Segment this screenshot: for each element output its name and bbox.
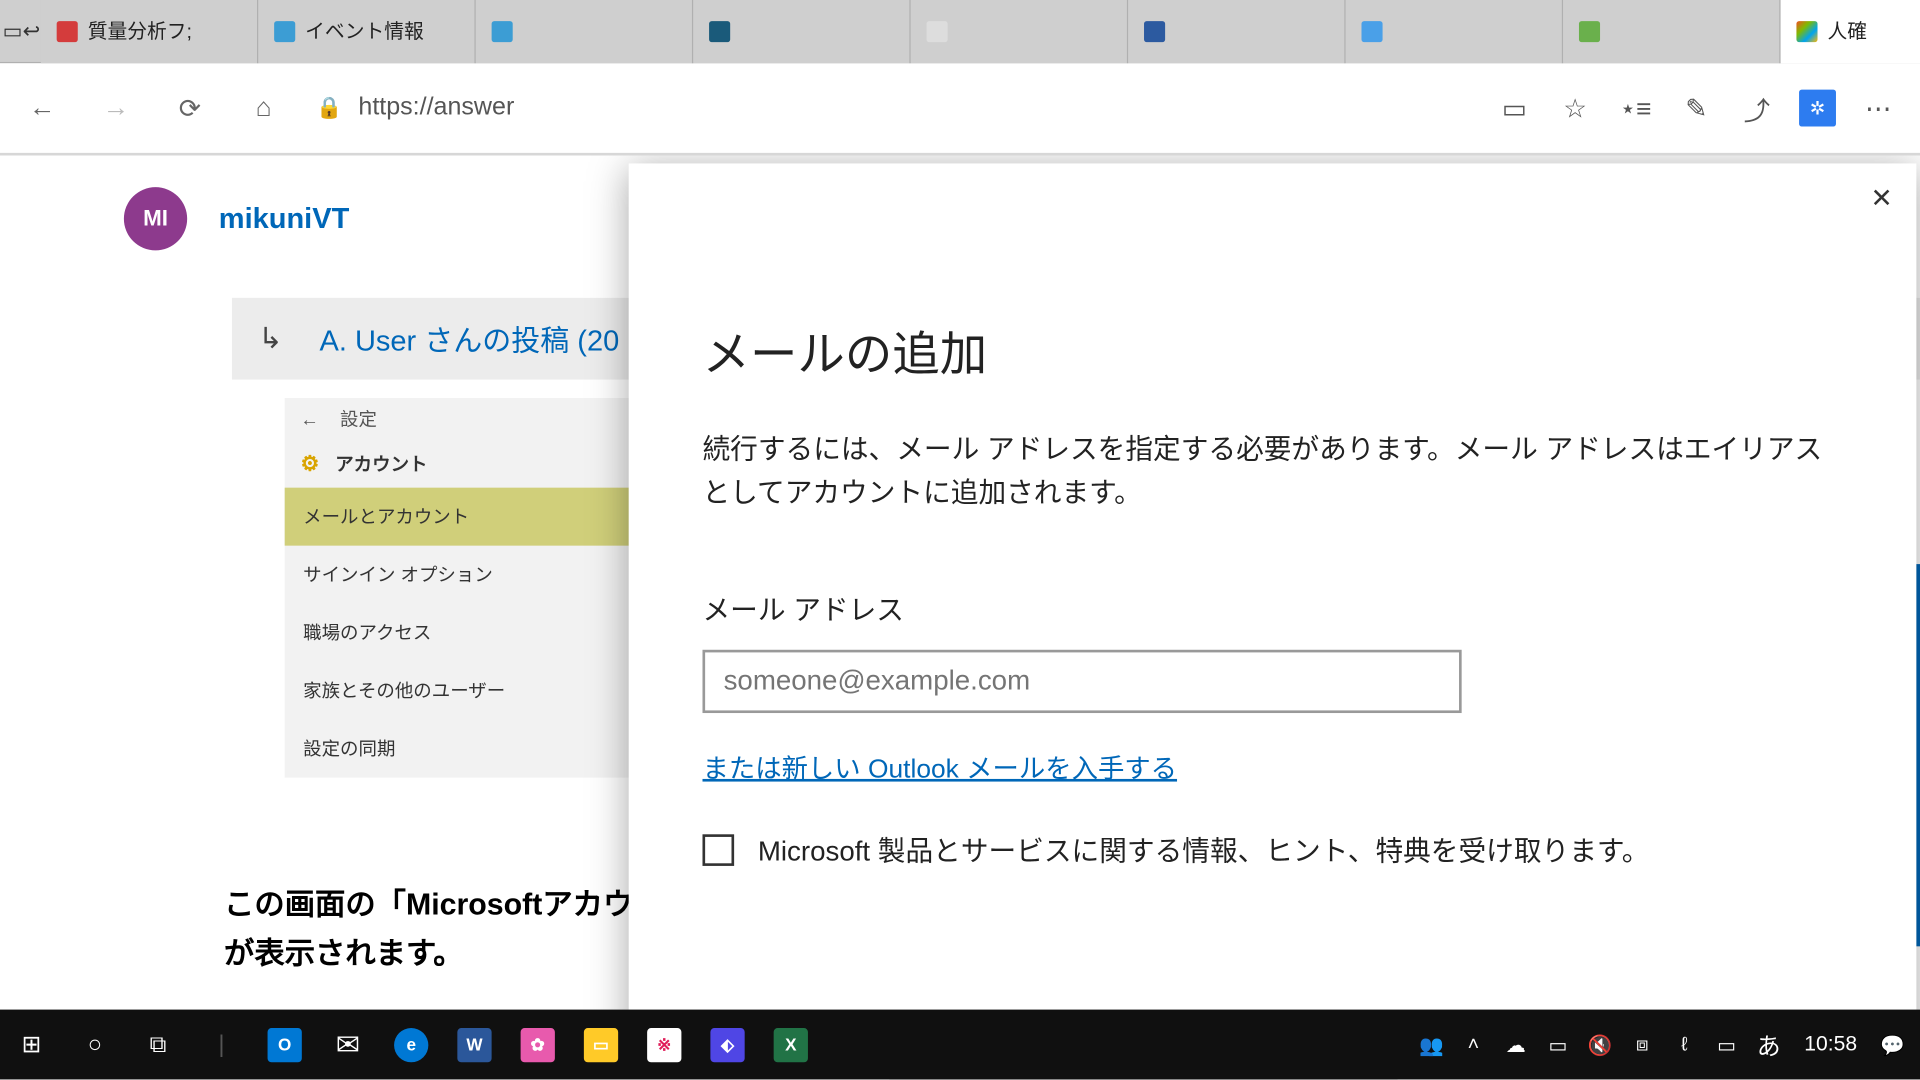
- tab-7[interactable]: [1563, 0, 1780, 63]
- username-link[interactable]: mikuniVT: [219, 202, 350, 236]
- lock-icon: 🔒: [316, 95, 342, 121]
- volume-icon[interactable]: 🔇: [1580, 1010, 1620, 1080]
- people-icon[interactable]: 👥: [1412, 1010, 1452, 1080]
- tab-4[interactable]: [910, 0, 1127, 63]
- taskbar-separator: |: [190, 1010, 253, 1080]
- onedrive-icon[interactable]: ☁: [1496, 1010, 1536, 1080]
- recent-icon[interactable]: ↩: [23, 0, 41, 63]
- system-icon: ▭: [3, 0, 23, 63]
- reply-arrow-icon: ↳: [258, 322, 282, 356]
- refresh-button[interactable]: ⟳: [158, 76, 221, 139]
- browser-toolbar: ← → ⟳ ⌂ 🔒 https://answer ▭ ☆ ⋆≡ ✎ ⤴ ✲ ⋯: [0, 63, 1920, 153]
- home-button[interactable]: ⌂: [232, 76, 295, 139]
- start-button[interactable]: ⊞: [0, 1010, 63, 1080]
- edge-icon[interactable]: e: [380, 1010, 443, 1080]
- share-icon[interactable]: ⤴: [1738, 90, 1775, 127]
- promo-checkbox-label: Microsoft 製品とサービスに関する情報、ヒント、特典を受け取ります。: [758, 830, 1650, 870]
- ime-pad-icon[interactable]: ▭: [1707, 1010, 1747, 1080]
- back-button[interactable]: ←: [11, 76, 74, 139]
- tray-expand-icon[interactable]: ˄: [1454, 1010, 1494, 1080]
- cortana-icon[interactable]: ○: [63, 1010, 126, 1080]
- outlook-icon[interactable]: O: [253, 1010, 316, 1080]
- ime-indicator[interactable]: あ: [1749, 1027, 1789, 1061]
- extension-icon[interactable]: ✲: [1799, 90, 1836, 127]
- dialog-description: 続行するには、メール アドレスを指定する必要があります。メール アドレスはエイリ…: [702, 430, 1842, 516]
- notes-icon[interactable]: ✎: [1678, 90, 1715, 127]
- dialog-close-button[interactable]: ✕: [1871, 182, 1893, 215]
- app-icon-1[interactable]: ✿: [506, 1010, 569, 1080]
- explorer-icon[interactable]: ▭: [569, 1010, 632, 1080]
- favorites-list-icon[interactable]: ⋆≡: [1617, 90, 1654, 127]
- dropbox-icon[interactable]: ⧈: [1622, 1010, 1662, 1080]
- battery-icon[interactable]: ▭: [1538, 1010, 1578, 1080]
- app-icon-2[interactable]: ⬖: [696, 1010, 759, 1080]
- url-text: https://answer: [358, 94, 514, 123]
- tab-0[interactable]: 質量分析フ;: [40, 0, 257, 63]
- add-email-dialog: ✕ メールの追加 続行するには、メール アドレスを指定する必要があります。メール…: [629, 163, 1917, 1009]
- get-outlook-link[interactable]: または新しい Outlook メールを入手する: [702, 747, 1177, 785]
- avatar: MI: [124, 187, 187, 250]
- task-view-icon[interactable]: ⧉: [127, 1010, 190, 1080]
- more-icon[interactable]: ⋯: [1860, 90, 1897, 127]
- excel-icon[interactable]: X: [759, 1010, 822, 1080]
- reading-view-icon[interactable]: ▭: [1496, 90, 1533, 127]
- settings-item-signin: サインイン オプション: [285, 546, 680, 604]
- browser-tabstrip: ▭ ↩ 質量分析フ; イベント情報 人確✕ ＋ ⌄ — ▢ ✕: [0, 0, 1920, 63]
- settings-item-mail: メールとアカウント: [285, 488, 680, 546]
- dialog-title: メールの追加: [702, 316, 1842, 385]
- link-icon[interactable]: ℓ: [1665, 1010, 1705, 1080]
- reply-link[interactable]: A. User さんの投稿 (20: [320, 318, 620, 360]
- tab-active[interactable]: 人確✕: [1780, 0, 1920, 63]
- tab-5[interactable]: [1128, 0, 1345, 63]
- address-bar[interactable]: 🔒 https://answer: [306, 82, 1486, 135]
- page-content: MI mikuniVT ↳ A. User さんの投稿 (20 ←設定 ⚙アカウ…: [0, 156, 1920, 1010]
- word-icon[interactable]: W: [443, 1010, 506, 1080]
- tab-2[interactable]: [475, 0, 692, 63]
- settings-item-work: 職場のアクセス: [285, 604, 680, 662]
- clock[interactable]: 10:58: [1791, 1033, 1870, 1057]
- slack-icon[interactable]: ※: [633, 1010, 696, 1080]
- settings-screenshot: ←設定 ⚙アカウント メールとアカウント サインイン オプション 職場のアクセス…: [285, 398, 680, 778]
- back-icon: ←: [301, 409, 319, 430]
- email-field-label: メール アドレス: [702, 589, 1842, 629]
- tab-1[interactable]: イベント情報: [258, 0, 475, 63]
- windows-taskbar: ⊞ ○ ⧉ | O ✉ e W ✿ ▭ ※ ⬖ X 👥 ˄ ☁ ▭ 🔇 ⧈ ℓ …: [0, 1010, 1920, 1080]
- promo-checkbox[interactable]: [702, 834, 734, 866]
- email-field[interactable]: [702, 650, 1461, 713]
- favorite-icon[interactable]: ☆: [1557, 90, 1594, 127]
- settings-item-family: 家族とその他のユーザー: [285, 662, 680, 720]
- tab-6[interactable]: [1345, 0, 1562, 63]
- mail-icon[interactable]: ✉: [316, 1010, 379, 1080]
- tab-3[interactable]: [693, 0, 910, 63]
- gear-icon: ⚙: [301, 451, 320, 477]
- forward-button[interactable]: →: [84, 76, 147, 139]
- settings-item-sync: 設定の同期: [285, 720, 680, 778]
- action-center-icon[interactable]: 💬: [1873, 1010, 1913, 1080]
